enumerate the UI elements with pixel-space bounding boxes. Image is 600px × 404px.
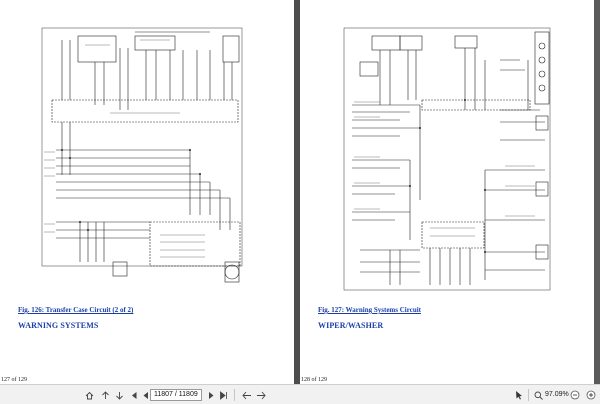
document-viewer: Fig. 126: Transfer Case Circuit (2 of 2)… [0,0,600,404]
home-icon[interactable] [82,385,96,404]
figure-caption-link[interactable]: Fig. 126: Transfer Case Circuit (2 of 2) [18,306,133,314]
wiring-diagram-transfer-case [41,27,243,283]
zoom-level[interactable]: 97.09% [545,385,569,404]
up-arrow-icon[interactable] [98,385,112,404]
document-page-left: Fig. 126: Transfer Case Circuit (2 of 2)… [0,0,294,384]
section-heading: WARNING SYSTEMS [18,321,99,330]
page-number-input[interactable]: 11807 / 11809 [150,389,202,401]
figure-caption-link[interactable]: Fig. 127: Warning Systems Circuit [318,306,421,314]
document-page-right: Fig. 127: Warning Systems Circuit WIPER/… [300,0,594,384]
viewer-toolbar: 11807 / 11809 97.09% [0,384,600,404]
zoom-out-icon[interactable] [568,385,582,404]
page-number: 128 of 129 [301,377,327,383]
select-icon[interactable] [512,385,526,404]
zoom-in-icon[interactable] [584,385,598,404]
down-arrow-icon[interactable] [112,385,126,404]
wiring-diagram-warning-systems [343,27,551,291]
page-number: 127 of 129 [1,377,27,383]
last-page-icon[interactable] [216,385,230,404]
forward-icon[interactable] [254,385,268,404]
section-heading: WIPER/WASHER [318,321,384,330]
back-icon[interactable] [240,385,254,404]
toolbar-divider [528,389,529,401]
zoom-dropdown-icon[interactable] [531,385,545,404]
toolbar-divider [234,389,235,401]
